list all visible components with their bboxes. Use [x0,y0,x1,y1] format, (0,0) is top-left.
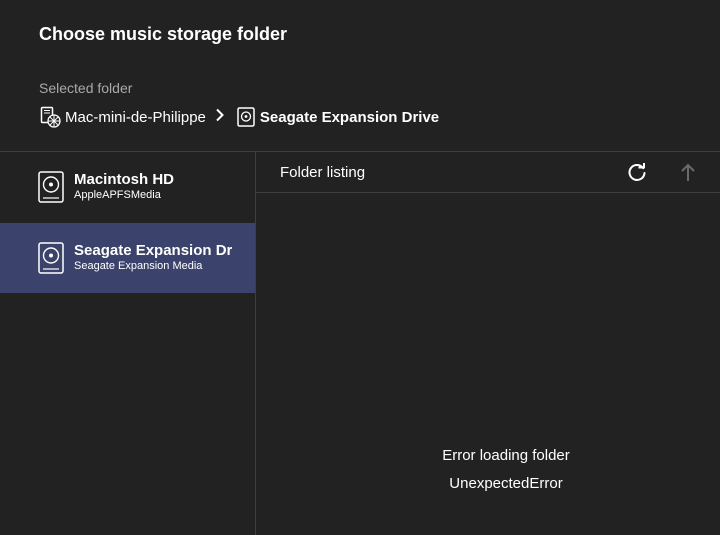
error-detail: UnexpectedError [449,475,563,492]
refresh-icon [626,163,648,188]
hard-drive-icon [237,107,260,127]
drive-name: Seagate Expansion Drive [74,242,232,259]
folder-listing-title: Folder listing [280,164,366,181]
drive-sidebar: Macintosh HD AppleAPFSMedia Seagate Expa… [0,152,255,535]
breadcrumb: Mac-mini-de-Philippe Seagate Expansion D… [39,105,439,129]
refresh-button[interactable] [626,162,648,184]
drive-item-macintosh-hd[interactable]: Macintosh HD AppleAPFSMedia [0,152,255,222]
drive-name: Macintosh HD [74,171,175,188]
breadcrumb-host-label: Mac-mini-de-Philippe [65,108,206,126]
selected-folder-label: Selected folder [39,80,133,96]
folder-listing-header: Folder listing [256,152,720,192]
drive-item-seagate-expansion[interactable]: Seagate Expansion Drive Seagate Expansio… [0,223,255,293]
arrow-up-icon [679,163,697,187]
breadcrumb-item-host[interactable]: Mac-mini-de-Philippe [39,106,206,128]
parent-folder-button[interactable] [679,163,697,183]
drive-media: Seagate Expansion Media [74,260,203,272]
network-computer-icon [39,106,65,128]
choose-folder-dialog: Choose music storage folder Selected fol… [0,0,720,535]
breadcrumb-drive-label: Seagate Expansion Drive [259,108,440,126]
dialog-title: Choose music storage folder [39,24,288,44]
chevron-right-icon [206,108,237,127]
error-title: Error loading folder [442,447,570,464]
drive-media: AppleAPFSMedia [74,189,161,201]
listing-header-divider [256,192,720,193]
error-message: Error loading folder UnexpectedError [256,446,720,494]
breadcrumb-item-drive[interactable]: Seagate Expansion Drive [237,107,439,127]
